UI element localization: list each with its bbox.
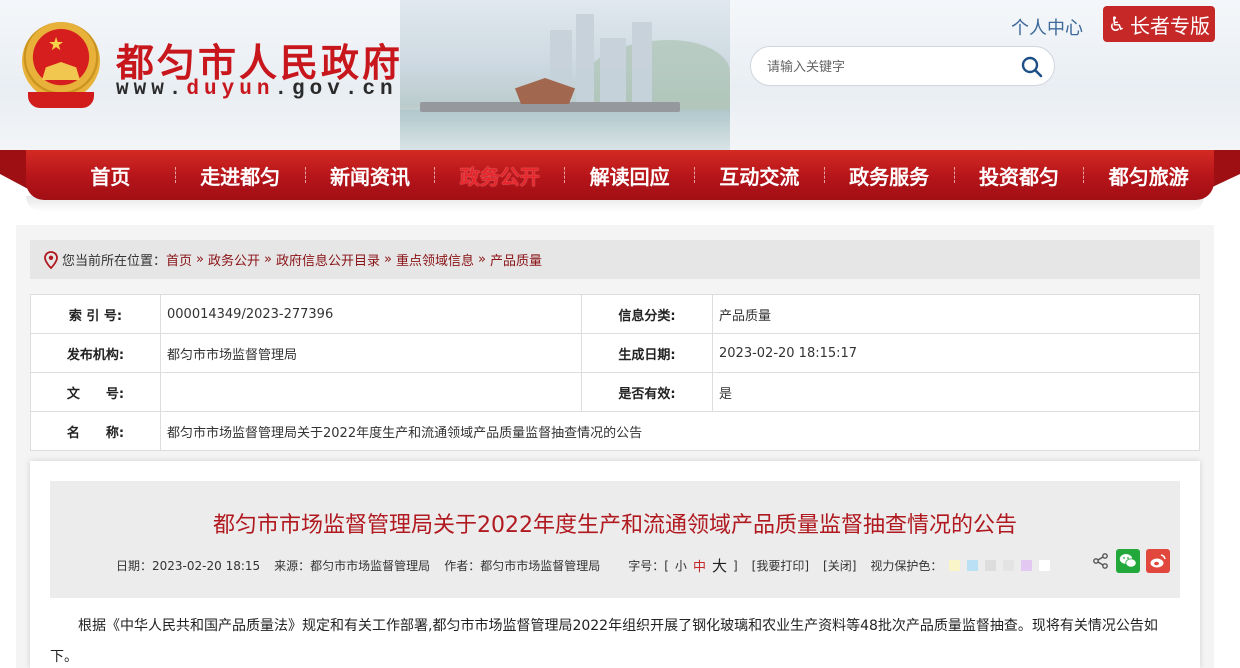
nav-item-about[interactable]: 走进都匀 bbox=[176, 161, 305, 190]
document-meta-table: 索 引 号: 000014349/2023-277396 信息分类: 产品质量 … bbox=[30, 294, 1200, 451]
search-input[interactable] bbox=[767, 57, 1007, 77]
table-row: 索 引 号: 000014349/2023-277396 信息分类: 产品质量 bbox=[30, 294, 1200, 334]
eye-color-swatch[interactable] bbox=[1039, 560, 1051, 571]
author-label: 作者： bbox=[444, 559, 481, 573]
national-emblem-logo[interactable]: ★ bbox=[18, 22, 104, 112]
site-header: ★ 都匀市人民政府 www.duyun.gov.cn 个人中心 ♿ 长者专版 bbox=[0, 0, 1240, 150]
eye-color-swatch[interactable] bbox=[985, 560, 997, 571]
nav-item-gov-affairs[interactable]: 政务公开 bbox=[435, 161, 564, 190]
breadcrumb-separator: » bbox=[196, 252, 204, 267]
eye-color-swatch[interactable] bbox=[1021, 560, 1033, 571]
article-author: 都匀市市场监督管理局 bbox=[480, 559, 601, 573]
nav-item-interpretation[interactable]: 解读回应 bbox=[565, 161, 694, 190]
main-nav: 首页 走进都匀 新闻资讯 政务公开 解读回应 互动交流 政务服务 投资都匀 都匀… bbox=[26, 150, 1214, 200]
date-label: 生成日期: bbox=[581, 333, 713, 373]
eye-color-swatch[interactable] bbox=[949, 560, 961, 571]
share-icon[interactable] bbox=[1092, 552, 1110, 570]
nav-item-interaction[interactable]: 互动交流 bbox=[695, 161, 824, 190]
article-panel: 都匀市市场监督管理局关于2022年度生产和流通领域产品质量监督抽查情况的公告 日… bbox=[30, 461, 1200, 668]
header-banner-image bbox=[400, 0, 730, 150]
search-icon[interactable] bbox=[1020, 55, 1044, 79]
breadcrumb-key-areas[interactable]: 重点领域信息 bbox=[396, 250, 474, 269]
site-url-highlight: duyun bbox=[186, 78, 275, 101]
elder-version-label: 长者专版 bbox=[1129, 13, 1210, 38]
category-label: 信息分类: bbox=[581, 294, 713, 334]
doc-number-label: 文 号: bbox=[30, 372, 161, 412]
breadcrumb-separator: » bbox=[477, 252, 486, 267]
table-row: 发布机构: 都匀市市场监督管理局 生成日期: 2023-02-20 18:15:… bbox=[30, 333, 1200, 373]
nav-item-investment[interactable]: 投资都匀 bbox=[955, 161, 1084, 190]
nav-item-home[interactable]: 首页 bbox=[46, 161, 175, 190]
doc-number-value bbox=[160, 372, 582, 412]
eye-color-swatch[interactable] bbox=[1003, 560, 1015, 571]
index-label: 索 引 号: bbox=[30, 294, 161, 334]
print-button[interactable]: [我要打印] bbox=[752, 557, 809, 574]
nav-item-tourism[interactable]: 都匀旅游 bbox=[1084, 161, 1213, 190]
elder-icon: ♿ bbox=[1108, 12, 1126, 36]
breadcrumb-home[interactable]: 首页 bbox=[166, 250, 192, 269]
bracket-close: ] bbox=[732, 558, 738, 573]
publisher-value: 都匀市市场监督管理局 bbox=[160, 333, 582, 373]
eye-color-swatch[interactable] bbox=[967, 560, 979, 571]
elder-version-button[interactable]: ♿ 长者专版 bbox=[1103, 6, 1215, 42]
close-button[interactable]: [关闭] bbox=[823, 557, 856, 574]
user-center-link[interactable]: 个人中心 bbox=[1011, 14, 1083, 40]
date-value: 2023-02-20 18:15:17 bbox=[712, 333, 1200, 373]
breadcrumb-product-quality[interactable]: 产品质量 bbox=[490, 250, 542, 269]
eye-care-label: 视力保护色： bbox=[870, 559, 943, 573]
breadcrumb-separator: » bbox=[384, 252, 392, 267]
nav-item-services[interactable]: 政务服务 bbox=[825, 161, 954, 190]
article-body-paragraph: 根据《中华人民共和国产品质量法》规定和有关工作部署,都匀市市场监督管理局2022… bbox=[50, 618, 1158, 665]
font-large-button[interactable]: 大 bbox=[712, 555, 727, 576]
search-box bbox=[750, 46, 1055, 86]
index-value: 000014349/2023-277396 bbox=[160, 294, 582, 334]
breadcrumb-info-catalog[interactable]: 政府信息公开目录 bbox=[276, 250, 380, 269]
table-row: 名 称: 都匀市市场监督管理局关于2022年度生产和流通领域产品质量监督抽查情况… bbox=[30, 411, 1200, 451]
site-url-suffix: .gov.cn bbox=[274, 78, 398, 101]
date-label: 日期： bbox=[116, 559, 153, 573]
font-medium-button[interactable]: 中 bbox=[693, 556, 706, 575]
article-date: 2023-02-20 18:15 bbox=[152, 558, 261, 573]
category-value: 产品质量 bbox=[712, 294, 1200, 334]
source-label: 来源： bbox=[274, 559, 311, 573]
breadcrumb-prefix: 您当前所在位置： bbox=[62, 254, 167, 269]
breadcrumb-separator: » bbox=[264, 252, 272, 267]
name-value: 都匀市市场监督管理局关于2022年度生产和流通领域产品质量监督抽查情况的公告 bbox=[160, 411, 1200, 451]
wechat-share-icon[interactable] bbox=[1116, 549, 1140, 573]
publisher-label: 发布机构: bbox=[30, 333, 161, 373]
name-label: 名 称: bbox=[30, 411, 161, 451]
site-url: www.duyun.gov.cn bbox=[116, 78, 398, 101]
font-size-label: 字号： bbox=[628, 559, 665, 573]
article-info-bar: 日期： 2023-02-20 18:15 来源： 都匀市市场监督管理局 作者： … bbox=[116, 555, 1051, 576]
share-bar bbox=[1092, 549, 1170, 573]
table-row: 文 号: 是否有效: 是 bbox=[30, 372, 1200, 412]
nav-item-news[interactable]: 新闻资讯 bbox=[306, 161, 435, 190]
bracket-open: [ bbox=[664, 558, 669, 573]
site-url-prefix: www. bbox=[116, 78, 187, 101]
article-header: 都匀市市场监督管理局关于2022年度生产和流通领域产品质量监督抽查情况的公告 日… bbox=[50, 481, 1180, 598]
weibo-share-icon[interactable] bbox=[1146, 549, 1170, 573]
location-pin-icon bbox=[44, 250, 58, 269]
breadcrumb: 您当前所在位置： 首页 » 政务公开 » 政府信息公开目录 » 重点领域信息 »… bbox=[30, 240, 1200, 279]
breadcrumb-gov-affairs[interactable]: 政务公开 bbox=[208, 250, 260, 269]
validity-value: 是 bbox=[712, 372, 1200, 412]
article-source: 都匀市市场监督管理局 bbox=[310, 559, 431, 573]
validity-label: 是否有效: bbox=[581, 372, 713, 412]
article-title: 都匀市市场监督管理局关于2022年度生产和流通领域产品质量监督抽查情况的公告 bbox=[213, 513, 1017, 538]
font-small-button[interactable]: 小 bbox=[675, 557, 687, 574]
